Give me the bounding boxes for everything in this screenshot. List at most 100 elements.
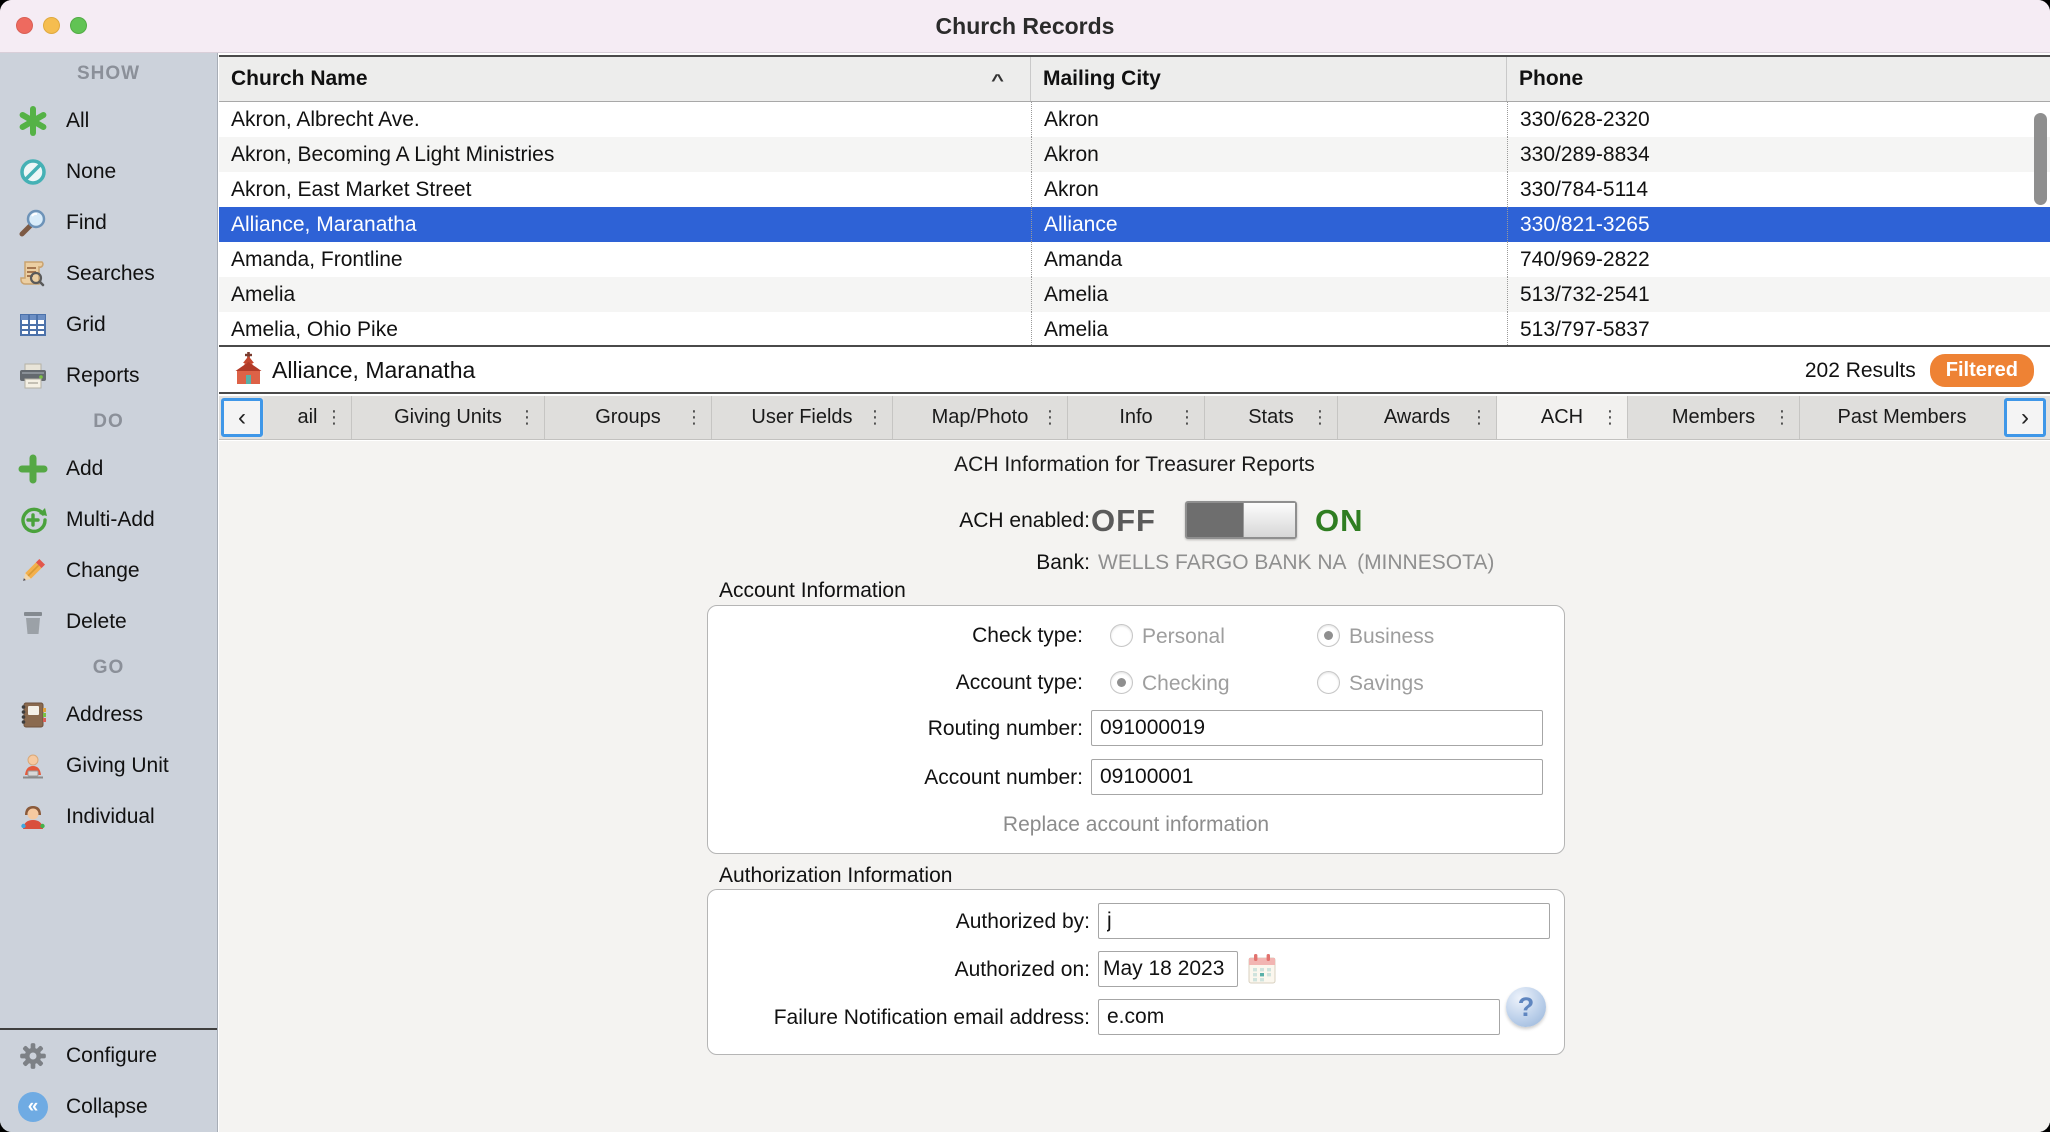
sidebar-item-label: Configure xyxy=(66,1044,157,1068)
replace-account-link[interactable]: Replace account information xyxy=(707,813,1565,837)
sidebar-item-giving-unit[interactable]: Giving Unit xyxy=(0,740,217,791)
sidebar-item-change[interactable]: Change xyxy=(0,545,217,596)
tab-menu-dots-icon[interactable]: ⋮ xyxy=(1470,407,1488,428)
tab-info[interactable]: Info⋮ xyxy=(1068,396,1205,439)
ach-panel: ACH Information for Treasurer Reports AC… xyxy=(219,441,2050,1132)
tab-awards[interactable]: Awards⋮ xyxy=(1338,396,1497,439)
tab-map-photo[interactable]: Map/Photo⋮ xyxy=(893,396,1068,439)
sidebar-item-label: Searches xyxy=(66,262,155,286)
table-row-selected[interactable]: Alliance, Maranatha Alliance 330/821-326… xyxy=(219,207,2050,242)
sidebar-item-all[interactable]: All xyxy=(0,95,217,146)
tab-menu-dots-icon[interactable]: ⋮ xyxy=(518,407,536,428)
grid-table-icon xyxy=(16,308,50,342)
tab-menu-dots-icon[interactable]: ⋮ xyxy=(1601,407,1619,428)
table-row[interactable]: Akron, Albrecht Ave. Akron 330/628-2320 xyxy=(219,102,2050,137)
tab-scroll-right-button[interactable]: › xyxy=(2004,398,2046,437)
radio-business[interactable] xyxy=(1317,624,1340,647)
sidebar-item-searches[interactable]: Searches xyxy=(0,248,217,299)
account-type-label: Account type: xyxy=(219,671,1083,695)
radio-business-label: Business xyxy=(1349,625,1434,649)
no-circle-icon xyxy=(16,155,50,189)
table-scrollbar-thumb[interactable] xyxy=(2034,113,2047,205)
radio-personal[interactable] xyxy=(1110,624,1133,647)
plus-icon xyxy=(16,452,50,486)
sidebar-section-do: DO xyxy=(0,401,217,443)
sidebar-item-label: Change xyxy=(66,559,140,583)
sidebar-item-label: Individual xyxy=(66,805,155,829)
sidebar-section-go: GO xyxy=(0,647,217,689)
tab-stats[interactable]: Stats⋮ xyxy=(1205,396,1338,439)
column-header-phone[interactable]: Phone xyxy=(1507,57,2050,101)
tab-scroll-left-button[interactable]: ‹ xyxy=(221,398,263,437)
pencil-icon xyxy=(16,554,50,588)
authorized-by-label: Authorized by: xyxy=(219,910,1090,934)
collapse-circle-icon: « xyxy=(16,1090,50,1124)
tab-menu-dots-icon[interactable]: ⋮ xyxy=(1311,407,1329,428)
sort-ascending-icon[interactable]: ^ xyxy=(991,70,1004,90)
person-icon xyxy=(16,800,50,834)
routing-number-input[interactable] xyxy=(1091,710,1543,746)
column-header-mailing-city[interactable]: Mailing City xyxy=(1031,57,1507,101)
table-row[interactable]: Amelia Amelia 513/732-2541 xyxy=(219,277,2050,312)
results-count: 202 Results xyxy=(1805,359,1916,383)
check-type-label: Check type: xyxy=(219,624,1083,648)
sidebar-item-none[interactable]: None xyxy=(0,146,217,197)
table-row[interactable]: Amelia, Ohio Pike Amelia 513/797-5837 xyxy=(219,312,2050,347)
ach-enabled-toggle[interactable] xyxy=(1185,501,1297,539)
sidebar-item-address[interactable]: Address xyxy=(0,689,217,740)
radio-checking-label: Checking xyxy=(1142,672,1230,696)
sidebar-item-find[interactable]: Find xyxy=(0,197,217,248)
magnifier-icon xyxy=(16,206,50,240)
sidebar-item-delete[interactable]: Delete xyxy=(0,596,217,647)
table-row[interactable]: Akron, Becoming A Light Ministries Akron… xyxy=(219,137,2050,172)
tab-email-partial[interactable]: ail⋮ xyxy=(264,396,352,439)
filtered-badge: Filtered xyxy=(1930,354,2034,387)
church-table: Church Name ^ Mailing City Phone Akron, … xyxy=(219,55,2050,347)
routing-number-label: Routing number: xyxy=(219,717,1083,741)
bank-value: WELLS FARGO BANK NA (MINNESOTA) xyxy=(1098,551,1798,575)
calendar-icon[interactable] xyxy=(1247,953,1277,985)
tab-menu-dots-icon[interactable]: ⋮ xyxy=(866,407,884,428)
tab-menu-dots-icon[interactable]: ⋮ xyxy=(1178,407,1196,428)
sidebar-item-label: Delete xyxy=(66,610,127,634)
sidebar-item-label: Reports xyxy=(66,364,140,388)
sidebar-item-multi-add[interactable]: Multi-Add xyxy=(0,494,217,545)
window-title: Church Records xyxy=(0,0,2050,53)
authorized-on-input[interactable] xyxy=(1098,951,1238,987)
tab-past-members[interactable]: Past Members xyxy=(1800,396,2004,439)
main-area: Church Name ^ Mailing City Phone Akron, … xyxy=(219,53,2050,1132)
sidebar-item-reports[interactable]: Reports xyxy=(0,350,217,401)
failure-email-input[interactable] xyxy=(1098,999,1500,1035)
tab-giving-units[interactable]: Giving Units⋮ xyxy=(352,396,545,439)
sidebar-item-individual[interactable]: Individual xyxy=(0,791,217,842)
tab-groups[interactable]: Groups⋮ xyxy=(545,396,712,439)
sidebar-item-grid[interactable]: Grid xyxy=(0,299,217,350)
sidebar-item-label: Find xyxy=(66,211,107,235)
authorized-by-input[interactable] xyxy=(1098,903,1550,939)
tab-user-fields[interactable]: User Fields⋮ xyxy=(712,396,893,439)
sidebar-item-label: Address xyxy=(66,703,143,727)
account-number-input[interactable] xyxy=(1091,759,1543,795)
sidebar-item-label: Multi-Add xyxy=(66,508,155,532)
radio-checking[interactable] xyxy=(1110,671,1133,694)
sidebar-item-add[interactable]: Add xyxy=(0,443,217,494)
table-row[interactable]: Akron, East Market Street Akron 330/784-… xyxy=(219,172,2050,207)
tab-menu-dots-icon[interactable]: ⋮ xyxy=(685,407,703,428)
sidebar-section-show: SHOW xyxy=(0,53,217,95)
account-number-label: Account number: xyxy=(219,766,1083,790)
help-icon[interactable]: ? xyxy=(1506,987,1546,1027)
tab-ach-active[interactable]: ACH⋮ xyxy=(1497,396,1628,439)
radio-savings[interactable] xyxy=(1317,671,1340,694)
sidebar-item-label: None xyxy=(66,160,116,184)
person-laptop-icon xyxy=(16,749,50,783)
tab-menu-dots-icon[interactable]: ⋮ xyxy=(1041,407,1059,428)
configure-button[interactable]: Configure xyxy=(0,1030,217,1081)
tab-menu-dots-icon[interactable]: ⋮ xyxy=(1773,407,1791,428)
tab-menu-dots-icon[interactable]: ⋮ xyxy=(325,407,343,428)
column-header-church-name[interactable]: Church Name ^ xyxy=(219,57,1031,101)
sidebar-item-label: Collapse xyxy=(66,1095,148,1119)
selected-record-name: Alliance, Maranatha xyxy=(272,357,475,384)
table-row[interactable]: Amanda, Frontline Amanda 740/969-2822 xyxy=(219,242,2050,277)
tab-members[interactable]: Members⋮ xyxy=(1628,396,1800,439)
collapse-button[interactable]: « Collapse xyxy=(0,1081,217,1132)
